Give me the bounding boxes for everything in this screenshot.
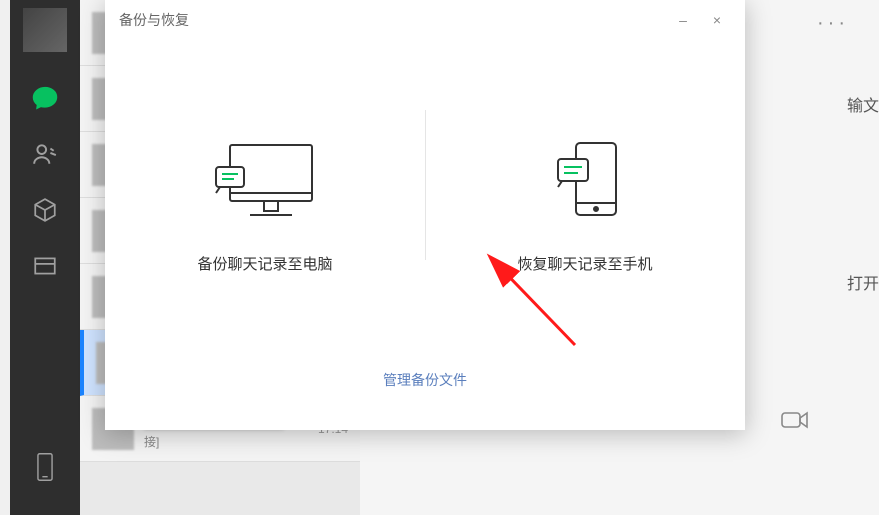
truncated-text: 输文 [847,92,879,116]
nav-files[interactable] [10,238,80,294]
more-menu-icon[interactable]: ··· [817,12,849,35]
truncated-text: 打开 [847,270,879,294]
manage-backups-link[interactable]: 管理备份文件 [383,372,467,388]
nav-contacts[interactable] [10,126,80,182]
nav-mobile[interactable] [10,439,80,495]
close-button[interactable]: × [703,9,731,31]
dialog-title: 备份与恢复 [119,10,189,30]
folder-icon [32,253,58,279]
phone-restore-icon [540,137,630,227]
nav-favorites[interactable] [10,182,80,238]
restore-option-label: 恢复聊天记录至手机 [517,253,652,274]
phone-icon [34,452,56,482]
chat-bubble-icon [31,84,59,112]
monitor-icon [210,137,320,227]
divider [425,110,426,260]
minimize-button[interactable]: – [669,9,697,31]
cube-icon [32,197,58,223]
backup-option-label: 备份聊天记录至电脑 [197,253,332,274]
left-rail [10,0,80,515]
contacts-icon [32,141,58,167]
backup-restore-dialog: 备份与恢复 – × 备份聊天记录至电脑 [105,0,745,430]
avatar[interactable] [23,8,67,52]
video-call-icon[interactable] [781,410,809,435]
nav-chat[interactable] [10,70,80,126]
conversation-snippet: 接] [144,433,244,445]
backup-to-computer-option[interactable]: 备份聊天记录至电脑 [105,40,425,370]
dialog-header: 备份与恢复 – × [105,0,745,40]
restore-to-phone-option[interactable]: 恢复聊天记录至手机 [425,40,745,370]
